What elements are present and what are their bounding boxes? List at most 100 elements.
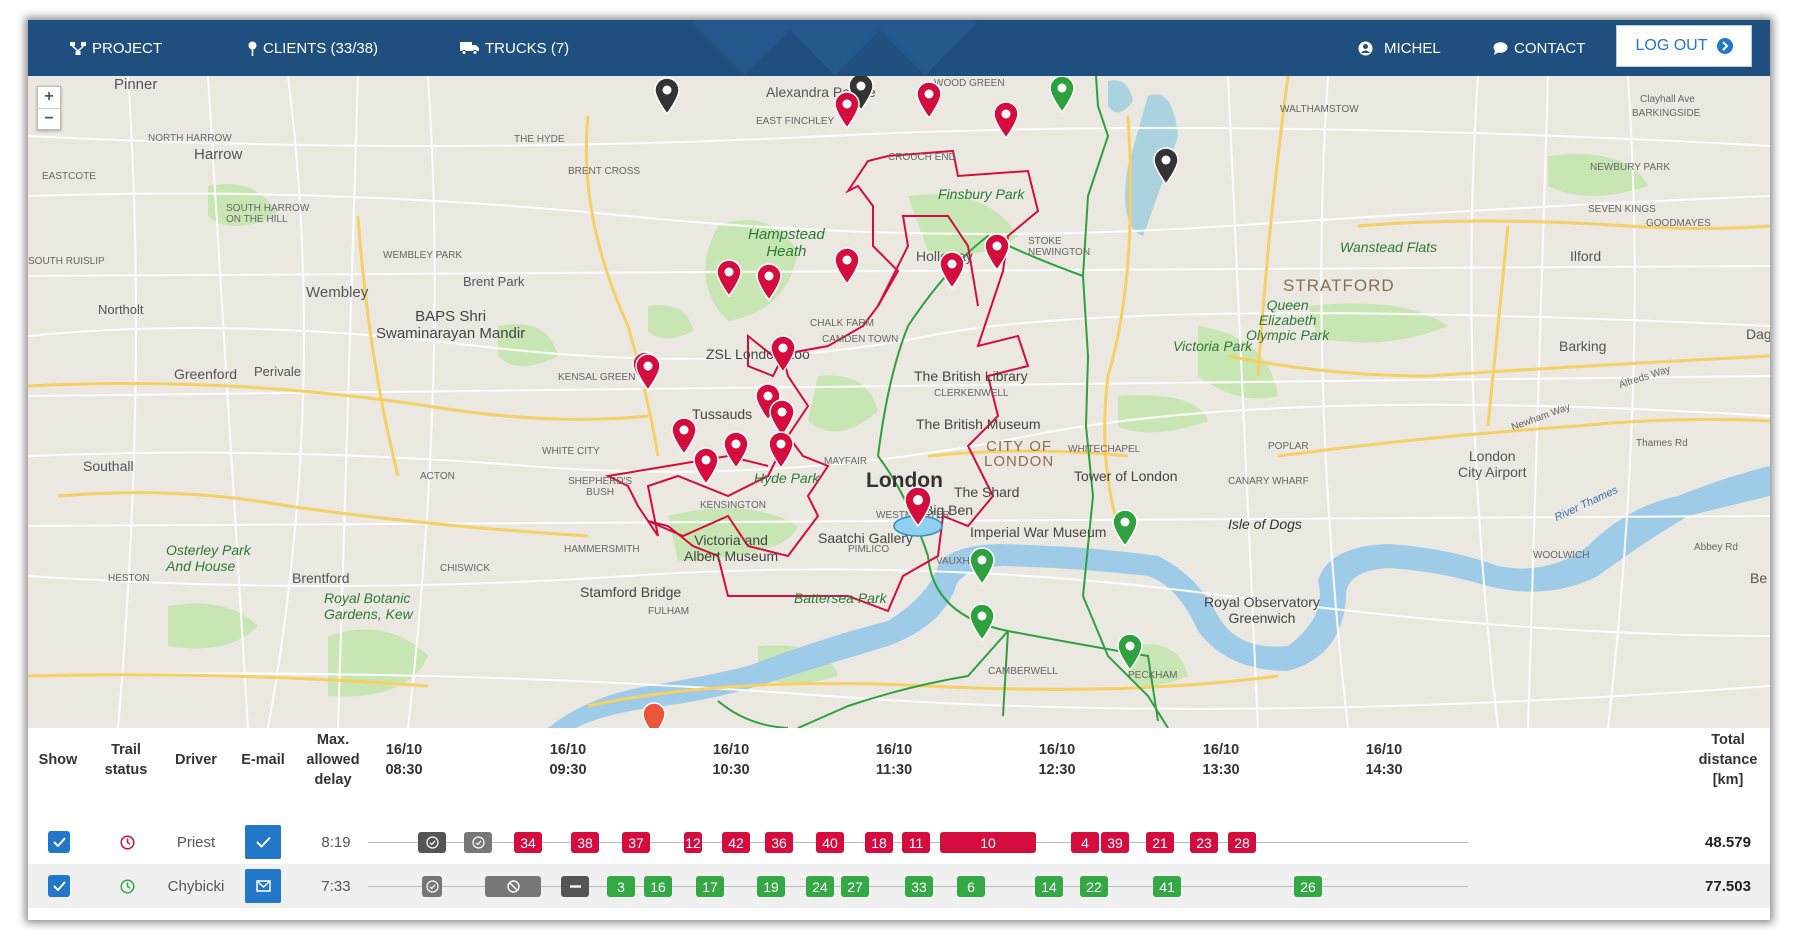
time-header: 16/10 10:30	[712, 742, 750, 778]
minus-icon	[569, 885, 581, 888]
check-circle-icon	[425, 836, 439, 849]
stop-chip[interactable]: 34	[514, 832, 542, 853]
stop-chip[interactable]: 12	[684, 832, 702, 853]
stop-chip[interactable]	[485, 876, 541, 897]
stop-chip[interactable]: 33	[905, 876, 933, 897]
map-marker[interactable]	[916, 81, 942, 120]
header-driver: Driver	[175, 752, 217, 768]
stop-chip[interactable]: 14	[1035, 876, 1063, 897]
header-trail-status: Trail status	[104, 742, 148, 778]
map-marker[interactable]	[1153, 147, 1179, 186]
nav-trucks-label: TRUCKS (7)	[485, 39, 570, 57]
nav-decoration	[692, 20, 798, 76]
time-header: 16/10 09:30	[549, 742, 587, 778]
stop-chip[interactable]: 6	[957, 876, 985, 897]
stop-chip[interactable]: 41	[1153, 876, 1181, 897]
clock-icon	[119, 878, 135, 894]
time-header: 16/10 12:30	[1038, 742, 1076, 778]
user-icon	[1358, 41, 1373, 55]
time-header: 16/10 14:30	[1365, 742, 1403, 778]
driver-row: Priest 8:19 34 38 37 12 42 36 40 18 11 10 4 39 21 23 2…	[28, 820, 1770, 864]
stop-chip[interactable]: 21	[1146, 832, 1174, 853]
timeline: 34 38 37 12 42 36 40 18 11 10 4 39 21 23 28	[368, 820, 1468, 864]
driver-name: Priest	[176, 833, 216, 851]
nav-user[interactable]: MICHEL	[1358, 20, 1441, 76]
map-marker[interactable]	[969, 603, 995, 642]
check-circle-icon	[471, 836, 485, 849]
clock-icon	[119, 834, 135, 850]
map-marker[interactable]	[723, 431, 749, 470]
stop-chip[interactable]: 42	[722, 832, 750, 853]
driver-row: Chybicki 7:33 3 16 17 19 24 27 33 6 14 22 41 26 77.…	[28, 864, 1770, 908]
stop-chip[interactable]: 39	[1101, 832, 1129, 853]
map-marker[interactable]	[654, 77, 680, 116]
stop-chip[interactable]: 18	[865, 832, 893, 853]
map-marker[interactable]	[1112, 509, 1138, 548]
max-delay: 7:33	[321, 877, 351, 895]
stop-chip[interactable]: 11	[902, 832, 930, 853]
stop-chip[interactable]: 28	[1228, 832, 1256, 853]
map-marker[interactable]	[834, 91, 860, 130]
stop-chip[interactable]: 22	[1080, 876, 1108, 897]
nav-trucks[interactable]: TRUCKS (7)	[460, 20, 569, 76]
map-marker[interactable]	[642, 702, 666, 728]
stop-chip[interactable]: 27	[841, 876, 869, 897]
stop-chip[interactable]: 16	[644, 876, 672, 897]
stop-chip[interactable]: 23	[1190, 832, 1218, 853]
stop-chip[interactable]: 3	[607, 876, 635, 897]
sitemap-icon	[70, 41, 86, 55]
map-marker[interactable]	[769, 399, 795, 438]
stop-chip[interactable]: 24	[806, 876, 834, 897]
header-total-distance: Total distance [km]	[1698, 732, 1758, 788]
header-show: Show	[38, 752, 78, 768]
email-button[interactable]	[245, 825, 281, 859]
nav-contact-label: CONTACT	[1514, 39, 1586, 57]
map-marker[interactable]	[768, 431, 794, 470]
check-icon	[52, 881, 66, 891]
stop-chip[interactable]	[418, 832, 446, 853]
map-marker[interactable]	[1049, 76, 1075, 114]
stop-chip[interactable]: 4	[1071, 832, 1099, 853]
map-marker[interactable]	[939, 251, 965, 290]
logout-button[interactable]: LOG OUT	[1616, 25, 1752, 67]
stop-chip[interactable]	[464, 832, 492, 853]
map-marker[interactable]	[834, 247, 860, 286]
stop-chip[interactable]: 37	[622, 832, 650, 853]
map-marker[interactable]	[969, 547, 995, 586]
map-marker[interactable]	[993, 101, 1019, 140]
time-header: 16/10 11:30	[875, 742, 913, 778]
map-marker[interactable]	[756, 263, 782, 302]
truck-icon	[460, 42, 479, 55]
map-marker[interactable]	[770, 335, 796, 374]
top-navbar: PROJECT CLIENTS (33/38) TRUCKS (7) MICHE…	[28, 20, 1770, 76]
nav-project[interactable]: PROJECT	[70, 20, 162, 76]
map-marker[interactable]	[635, 353, 661, 392]
driver-name: Chybicki	[167, 877, 225, 895]
stop-chip[interactable]: 40	[816, 832, 844, 853]
stop-chip[interactable]	[561, 876, 589, 897]
header-email: E-mail	[241, 752, 285, 768]
blocked-icon	[506, 880, 520, 893]
stop-chip[interactable]: 17	[696, 876, 724, 897]
show-checkbox[interactable]	[48, 875, 70, 897]
stop-chip[interactable]: 26	[1294, 876, 1322, 897]
map-marker[interactable]	[716, 259, 742, 298]
stop-chip[interactable]: 10	[940, 832, 1036, 853]
stop-chip[interactable]: 19	[757, 876, 785, 897]
map-marker[interactable]	[671, 417, 697, 456]
envelope-icon	[255, 880, 271, 892]
route-map[interactable]: + − Pinner Harrow NORTH HARROW EASTCOTE …	[28, 76, 1770, 728]
map-marker[interactable]	[1117, 633, 1143, 672]
show-checkbox[interactable]	[48, 831, 70, 853]
nav-contact[interactable]: CONTACT	[1493, 20, 1585, 76]
stop-chip[interactable]: 38	[571, 832, 599, 853]
map-marker[interactable]	[693, 447, 719, 486]
nav-clients[interactable]: CLIENTS (33/38)	[248, 20, 378, 76]
map-marker[interactable]	[984, 233, 1010, 272]
stop-chip[interactable]	[422, 876, 442, 897]
depot-marker[interactable]	[893, 486, 943, 537]
email-button[interactable]	[245, 869, 281, 903]
nav-decoration	[782, 20, 888, 76]
stop-chip[interactable]: 36	[765, 832, 793, 853]
schedule-panel: Show Trail status Driver E-mail Max. all…	[28, 728, 1770, 920]
